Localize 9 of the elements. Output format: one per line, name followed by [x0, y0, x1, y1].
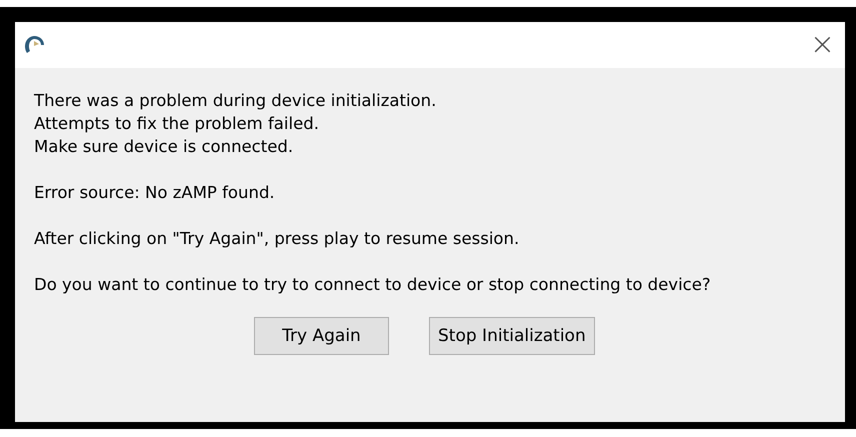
message-text: After clicking on "Try Again", press play to resume session.: [34, 228, 520, 250]
dialog-button[interactable]: Stop Initialization: [429, 317, 595, 355]
close-button[interactable]: ×: [810, 30, 837, 60]
message-text: Make sure device is connected.: [34, 136, 294, 158]
message-text: Error source: No zAMP found.: [34, 182, 275, 204]
dialog-button[interactable]: Try Again: [254, 317, 389, 355]
message-text: Do you want to continue to try to connect to device or stop connecting to device?: [34, 274, 711, 296]
message-text: There was a problem during device initialization.: [34, 90, 436, 112]
message-text: Attempts to fix the problem failed.: [34, 113, 319, 135]
